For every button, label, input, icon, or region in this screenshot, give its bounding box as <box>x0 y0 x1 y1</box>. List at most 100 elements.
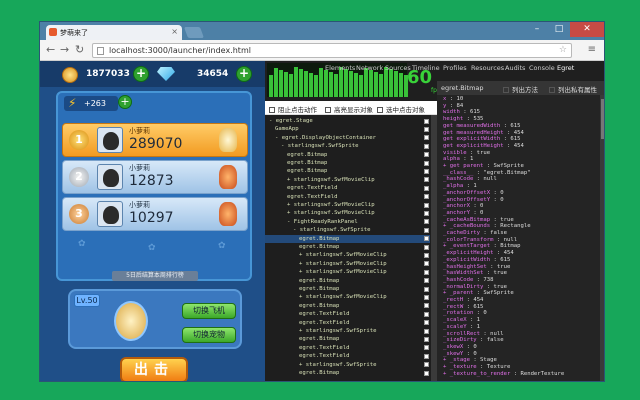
tree-node-checkbox[interactable] <box>424 311 429 317</box>
property-row[interactable]: get measuredHeight : 454 <box>443 130 524 137</box>
tree-node-checkbox[interactable] <box>424 252 429 258</box>
tree-node[interactable]: egret.Bitmap <box>265 234 430 243</box>
property-row[interactable]: _skewX : 0 <box>443 344 477 351</box>
property-row[interactable]: _scrollRect : null <box>443 331 504 338</box>
property-row[interactable]: _hashCode : 738 <box>443 277 494 284</box>
tree-node[interactable]: - FightReadyRankPanel <box>265 218 430 226</box>
property-row[interactable]: + _texture_to_render : RenderTexture <box>443 371 564 378</box>
property-row[interactable]: _rectH : 454 <box>443 297 483 304</box>
tree-node-checkbox[interactable] <box>424 336 429 342</box>
property-row[interactable]: _anchorY : 0 <box>443 210 483 217</box>
property-row[interactable]: + _stage : Stage <box>443 357 497 364</box>
tree-node-checkbox[interactable] <box>424 261 429 267</box>
add-energy-button[interactable]: + <box>118 95 132 109</box>
tree-node-checkbox[interactable] <box>424 160 429 166</box>
devtools-tab-audits[interactable]: Audits <box>505 64 525 72</box>
property-row[interactable]: get explicitHeight : 454 <box>443 143 524 150</box>
select-click-option[interactable]: 选中点击对象 <box>377 104 425 114</box>
highlight-option[interactable]: 高亮显示对象 <box>325 104 373 114</box>
tree-node[interactable]: egret.Bitmap <box>265 302 430 310</box>
tree-node[interactable]: egret.Bitmap <box>265 243 430 251</box>
devtools-tab-console[interactable]: Console <box>529 64 555 72</box>
property-row[interactable]: get explicitWidth : 615 <box>443 136 520 143</box>
property-row[interactable]: _explicitHeight : 454 <box>443 250 514 257</box>
devtools-tab-network[interactable]: Network <box>356 64 383 72</box>
devtools-tab-sources[interactable]: Sources <box>385 64 411 72</box>
tree-node-checkbox[interactable] <box>424 269 429 275</box>
tree-node[interactable]: + starlingswf.SwfMovieClip <box>265 209 430 217</box>
tree-node[interactable]: egret.Bitmap <box>265 335 430 343</box>
devtools-tab-elements[interactable]: Elements <box>325 64 355 72</box>
property-row[interactable]: + _parent : SwfSprite <box>443 290 514 297</box>
property-row[interactable]: _anchorOffsetY : 0 <box>443 197 504 204</box>
start-button[interactable]: 出击 <box>120 357 188 381</box>
tree-node-checkbox[interactable] <box>424 244 429 250</box>
tree-node-checkbox[interactable] <box>424 328 429 334</box>
tree-node-checkbox[interactable] <box>424 345 429 351</box>
close-window-button[interactable]: ✕ <box>570 22 604 37</box>
tree-node[interactable]: + starlingswf.SwfMovieClip <box>265 268 430 276</box>
property-row[interactable]: _hashCode : null <box>443 176 497 183</box>
add-coins-button[interactable]: + <box>133 66 149 82</box>
property-row[interactable]: alpha : 1 <box>443 156 473 163</box>
tree-node[interactable]: - egret.Stage <box>265 117 430 125</box>
property-row[interactable]: visible : true <box>443 150 490 157</box>
property-row[interactable]: _scaleX : 1 <box>443 317 480 324</box>
maximize-button[interactable]: □ <box>548 22 570 37</box>
back-icon[interactable]: ← <box>46 43 55 56</box>
tree-node[interactable]: egret.Bitmap <box>265 369 430 377</box>
bookmark-star-icon[interactable]: ☆ <box>559 45 567 55</box>
tree-node[interactable]: + starlingswf.SwfSprite <box>265 361 430 369</box>
tree-node-checkbox[interactable] <box>424 143 429 149</box>
property-row[interactable]: _hasHeightSet : true <box>443 264 510 271</box>
tree-node-checkbox[interactable] <box>424 370 429 376</box>
tree-node[interactable]: egret.Bitmap <box>265 151 430 159</box>
rank-row[interactable]: 2 小萝莉 12873 <box>62 160 248 194</box>
tree-node[interactable]: egret.Bitmap <box>265 277 430 285</box>
tree-node[interactable]: egret.TextField <box>265 352 430 360</box>
rank-row[interactable]: 1 小萝莉 289070 <box>62 123 248 157</box>
property-row[interactable]: _hasWidthSet : true <box>443 270 507 277</box>
tree-node[interactable]: egret.Bitmap <box>265 167 430 175</box>
tree-node[interactable]: egret.TextField <box>265 319 430 327</box>
tree-node[interactable]: egret.TextField <box>265 310 430 318</box>
forward-icon[interactable]: → <box>60 43 69 56</box>
tree-node-checkbox[interactable] <box>424 294 429 300</box>
browser-tab[interactable]: 梦萌来了 × <box>46 25 182 40</box>
property-row[interactable]: _alpha : 1 <box>443 183 477 190</box>
property-row[interactable]: x : 10 <box>443 96 463 103</box>
tree-node[interactable]: egret.TextField <box>265 344 430 352</box>
tree-node-checkbox[interactable] <box>424 177 429 183</box>
block-click-option[interactable]: 阻止点击动作 <box>269 104 317 114</box>
tree-node-checkbox[interactable] <box>424 236 429 242</box>
property-row[interactable]: _cacheDirty : false <box>443 230 507 237</box>
address-bar[interactable]: localhost:3000/launcher/index.html ☆ <box>92 43 572 58</box>
menu-icon[interactable]: ≡ <box>588 44 596 55</box>
tree-node-checkbox[interactable] <box>424 278 429 284</box>
devtools-tab-timeline[interactable]: Timeline <box>412 64 440 72</box>
tree-node-checkbox[interactable] <box>424 194 429 200</box>
tree-node[interactable]: + starlingswf.SwfMovieClip <box>265 201 430 209</box>
tree-node[interactable]: egret.Bitmap <box>265 159 430 167</box>
devtools-tab-resources[interactable]: Resources <box>471 64 504 72</box>
tree-node[interactable]: + starlingswf.SwfSprite <box>265 327 430 335</box>
tree-node[interactable]: - egret.DisplayObjectContainer <box>265 134 430 142</box>
property-row[interactable]: _rotation : 0 <box>443 310 487 317</box>
property-row[interactable]: _anchorX : 0 <box>443 203 483 210</box>
new-tab-button[interactable] <box>183 27 205 38</box>
tree-node-checkbox[interactable] <box>424 219 429 225</box>
tab-close-icon[interactable]: × <box>171 27 178 36</box>
list-methods-option[interactable]: 列出方法 <box>503 84 538 94</box>
property-row[interactable]: _scaleY : 1 <box>443 324 480 331</box>
tree-node-checkbox[interactable] <box>424 135 429 141</box>
tree-node-checkbox[interactable] <box>424 227 429 233</box>
tree-node-checkbox[interactable] <box>424 168 429 174</box>
tree-node-checkbox[interactable] <box>424 303 429 309</box>
properties-scrollbar[interactable] <box>600 95 604 381</box>
switch-plane-button[interactable]: 切换飞机 <box>182 303 236 319</box>
game-canvas[interactable]: 1877033 + 34654 + ⚡ +263 + 1 小萝莉 289070 <box>40 61 265 381</box>
tree-node[interactable]: + starlingswf.SwfMovieClip <box>265 293 430 301</box>
property-row[interactable]: _sizeDirty : false <box>443 337 504 344</box>
property-row[interactable]: + get parent : SwfSprite <box>443 163 524 170</box>
add-gems-button[interactable]: + <box>236 66 252 82</box>
